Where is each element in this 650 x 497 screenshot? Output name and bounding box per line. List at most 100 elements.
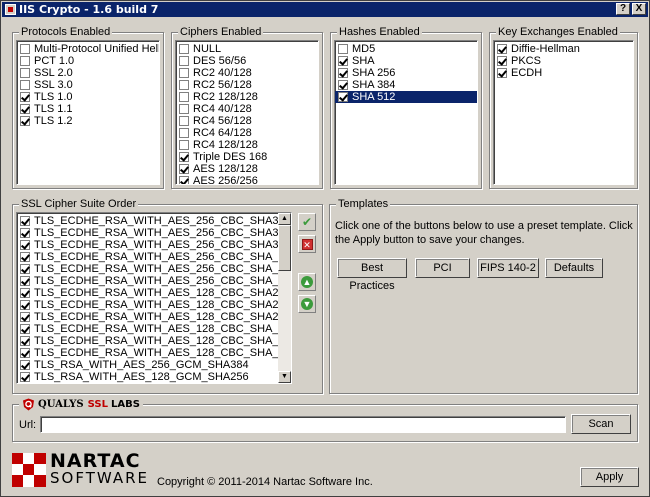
unchecked-checkbox[interactable]	[20, 68, 30, 78]
enable-suite-button[interactable]: ✔	[298, 213, 316, 231]
scan-button[interactable]: Scan	[571, 414, 631, 434]
cipher-suite-item[interactable]: TLS_ECDHE_RSA_WITH_AES_128_CBC_SHA256_P3…	[17, 299, 291, 311]
protocol-item[interactable]: TLS 1.1	[17, 103, 159, 115]
cipher-suite-item[interactable]: TLS_ECDHE_RSA_WITH_AES_128_CBC_SHA_P521	[17, 323, 291, 335]
hash-item[interactable]: SHA 512	[335, 91, 477, 103]
cipher-suite-item[interactable]: TLS_ECDHE_RSA_WITH_AES_128_CBC_SHA_P384	[17, 335, 291, 347]
unchecked-checkbox[interactable]	[20, 56, 30, 66]
checked-checkbox[interactable]	[20, 276, 30, 286]
cipher-suite-scrollbar[interactable]: ▲ ▼	[278, 213, 291, 383]
checked-checkbox[interactable]	[20, 372, 30, 382]
protocol-item[interactable]: Multi-Protocol Unified Hello	[17, 43, 159, 55]
unchecked-checkbox[interactable]	[20, 80, 30, 90]
cipher-suite-item[interactable]: TLS_ECDHE_RSA_WITH_AES_128_CBC_SHA_P256	[17, 347, 291, 359]
cipher-suite-item[interactable]: TLS_ECDHE_RSA_WITH_AES_128_CBC_SHA256_P5…	[17, 287, 291, 299]
checked-checkbox[interactable]	[20, 252, 30, 262]
protocol-item[interactable]: SSL 3.0	[17, 79, 159, 91]
best-practices-button[interactable]: Best Practices	[337, 258, 407, 292]
cipher-item[interactable]: RC2 56/128	[176, 79, 318, 91]
hash-item[interactable]: SHA 256	[335, 67, 477, 79]
hash-item[interactable]: SHA 384	[335, 79, 477, 91]
cipher-suite-item[interactable]: TLS_RSA_WITH_AES_128_GCM_SHA256	[17, 371, 278, 383]
protocol-item[interactable]: TLS 1.0	[17, 91, 159, 103]
scroll-down-button[interactable]: ▼	[278, 371, 291, 383]
unchecked-checkbox[interactable]	[179, 44, 189, 54]
cipher-item[interactable]: RC4 40/128	[176, 103, 318, 115]
checked-checkbox[interactable]	[338, 68, 348, 78]
checked-checkbox[interactable]	[20, 336, 30, 346]
cipher-item[interactable]: RC4 64/128	[176, 127, 318, 139]
hash-item[interactable]: SHA	[335, 55, 477, 67]
cipher-item[interactable]: AES 256/256	[176, 175, 318, 184]
cipher-suite-item[interactable]: TLS_ECDHE_RSA_WITH_AES_256_CBC_SHA384_P3…	[17, 227, 291, 239]
checked-checkbox[interactable]	[20, 228, 30, 238]
checked-checkbox[interactable]	[20, 348, 30, 358]
checked-checkbox[interactable]	[20, 360, 30, 370]
checked-checkbox[interactable]	[20, 240, 30, 250]
checked-checkbox[interactable]	[179, 152, 189, 162]
checked-checkbox[interactable]	[338, 92, 348, 102]
checked-checkbox[interactable]	[20, 216, 30, 226]
cipher-suite-item[interactable]: TLS_ECDHE_RSA_WITH_AES_256_CBC_SHA_P384	[17, 263, 291, 275]
key-exchanges-list[interactable]: Diffie-Hellman PKCS ECDH	[493, 40, 634, 185]
unchecked-checkbox[interactable]	[179, 92, 189, 102]
cipher-suite-item[interactable]: TLS_RSA_WITH_AES_256_GCM_SHA384	[17, 359, 278, 371]
unchecked-checkbox[interactable]	[179, 68, 189, 78]
key-exchange-item[interactable]: ECDH	[494, 67, 633, 79]
unchecked-checkbox[interactable]	[179, 104, 189, 114]
protocol-item[interactable]: TLS 1.2	[17, 115, 159, 127]
title-bar[interactable]: IIS Crypto - 1.6 build 7 ? X	[2, 2, 648, 17]
cipher-suite-item[interactable]: TLS_ECDHE_RSA_WITH_AES_256_CBC_SHA_P256	[17, 275, 291, 287]
checked-checkbox[interactable]	[20, 116, 30, 126]
scroll-thumb[interactable]	[278, 225, 291, 271]
pci-button[interactable]: PCI	[415, 258, 470, 278]
cipher-item[interactable]: NULL	[176, 43, 318, 55]
help-button[interactable]: ?	[616, 3, 630, 15]
unchecked-checkbox[interactable]	[179, 140, 189, 150]
checked-checkbox[interactable]	[20, 104, 30, 114]
cipher-suite-list[interactable]: TLS_ECDHE_RSA_WITH_AES_256_CBC_SHA384_P5…	[16, 212, 292, 384]
checked-checkbox[interactable]	[179, 164, 189, 174]
cipher-suite-item[interactable]: TLS_ECDHE_RSA_WITH_AES_256_CBC_SHA_P521	[17, 251, 291, 263]
cipher-item[interactable]: RC4 128/128	[176, 139, 318, 151]
apply-button[interactable]: Apply	[580, 467, 639, 487]
checked-checkbox[interactable]	[20, 300, 30, 310]
protocol-item[interactable]: PCT 1.0	[17, 55, 159, 67]
unchecked-checkbox[interactable]	[179, 80, 189, 90]
checked-checkbox[interactable]	[338, 80, 348, 90]
fips-140-2-button[interactable]: FIPS 140-2	[477, 258, 539, 278]
cipher-item[interactable]: AES 128/128	[176, 163, 318, 175]
ciphers-list[interactable]: NULL DES 56/56 RC2 40/128 RC2 56/128 RC2 128…	[175, 40, 319, 185]
unchecked-checkbox[interactable]	[338, 44, 348, 54]
checked-checkbox[interactable]	[20, 324, 30, 334]
cipher-item[interactable]: DES 56/56	[176, 55, 318, 67]
disable-suite-button[interactable]: ✕	[298, 235, 316, 253]
unchecked-checkbox[interactable]	[179, 56, 189, 66]
move-down-button[interactable]: ▼	[298, 295, 316, 313]
defaults-button[interactable]: Defaults	[545, 258, 603, 278]
hashes-list[interactable]: MD5 SHA SHA 256 SHA 384 SHA 512	[334, 40, 478, 185]
checked-checkbox[interactable]	[20, 288, 30, 298]
protocols-list[interactable]: Multi-Protocol Unified Hello PCT 1.0 SSL 2…	[16, 40, 160, 185]
cipher-item[interactable]: RC2 128/128	[176, 91, 318, 103]
unchecked-checkbox[interactable]	[179, 128, 189, 138]
cipher-item[interactable]: RC2 40/128	[176, 67, 318, 79]
checked-checkbox[interactable]	[179, 176, 189, 184]
scroll-up-button[interactable]: ▲	[278, 213, 291, 225]
cipher-suite-item[interactable]: TLS_ECDHE_RSA_WITH_AES_256_CBC_SHA384_P2…	[17, 239, 291, 251]
checked-checkbox[interactable]	[338, 56, 348, 66]
cipher-suite-item[interactable]: TLS_ECDHE_RSA_WITH_AES_128_CBC_SHA256_P2…	[17, 311, 291, 323]
close-button[interactable]: X	[632, 3, 646, 15]
hash-item[interactable]: MD5	[335, 43, 477, 55]
cipher-item[interactable]: Triple DES 168	[176, 151, 318, 163]
checked-checkbox[interactable]	[20, 264, 30, 274]
checked-checkbox[interactable]	[497, 44, 507, 54]
protocol-item[interactable]: SSL 2.0	[17, 67, 159, 79]
checked-checkbox[interactable]	[497, 68, 507, 78]
key-exchange-item[interactable]: Diffie-Hellman	[494, 43, 633, 55]
unchecked-checkbox[interactable]	[179, 116, 189, 126]
url-input[interactable]	[40, 416, 566, 433]
checked-checkbox[interactable]	[497, 56, 507, 66]
key-exchange-item[interactable]: PKCS	[494, 55, 633, 67]
checked-checkbox[interactable]	[20, 312, 30, 322]
